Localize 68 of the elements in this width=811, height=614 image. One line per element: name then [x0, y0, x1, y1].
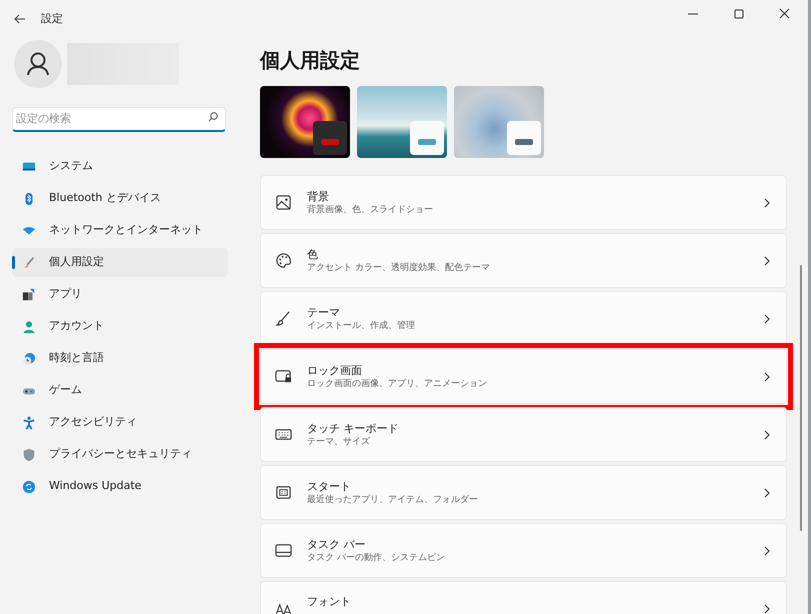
settings-card[interactable]: ロック画面 ロック画面の画像、アプリ、アニメーション: [260, 349, 787, 404]
sidebar-item[interactable]: 個人用設定: [12, 248, 228, 277]
nav-icon: [22, 288, 36, 302]
setting-description: ロック画面の画像、アプリ、アニメーション: [307, 378, 488, 390]
settings-card[interactable]: スタート 最近使ったアプリ、アイテム、フォルダー: [260, 465, 787, 520]
window-title: 設定: [41, 10, 63, 27]
setting-icon: [275, 484, 292, 501]
nav-icon: [22, 320, 36, 334]
setting-icon: [275, 542, 292, 559]
setting-icon: [275, 252, 292, 269]
sidebar-item[interactable]: プライバシーとセキュリティ: [12, 440, 228, 469]
setting-title: タッチ キーボード: [307, 420, 400, 436]
setting-title: タスク バー: [307, 536, 366, 552]
setting-title: テーマ: [307, 304, 341, 320]
sidebar-item[interactable]: ネットワークとインターネット: [12, 216, 228, 245]
sidebar-item[interactable]: 時刻と言語: [12, 344, 228, 373]
setting-description: 最近使ったアプリ、アイテム、フォルダー: [307, 494, 479, 506]
chevron-right-icon: [764, 198, 770, 208]
chevron-right-icon: [764, 430, 770, 440]
setting-title: 背景: [307, 188, 330, 204]
page-title: 個人用設定: [260, 47, 361, 74]
settings-card[interactable]: テーマ インストール、作成、管理: [260, 291, 787, 346]
scrollbar[interactable]: [800, 265, 802, 531]
setting-title: スタート: [307, 478, 352, 494]
setting-description: タスク バーの動作、システムピン: [307, 552, 446, 564]
sidebar-item[interactable]: アプリ: [12, 280, 228, 309]
sidebar-item[interactable]: Bluetooth とデバイス: [12, 184, 228, 213]
search-field[interactable]: 設定の検索: [12, 106, 226, 132]
search-icon: [208, 112, 218, 122]
sidebar-item[interactable]: Windows Update: [12, 472, 228, 501]
chevron-right-icon: [764, 546, 770, 556]
chevron-right-icon: [764, 604, 770, 614]
nav-icon: [22, 160, 36, 174]
setting-icon: [275, 194, 292, 211]
setting-title: フォント: [307, 594, 352, 609]
nav-icon: [22, 416, 36, 430]
settings-card[interactable]: フォント: [260, 581, 787, 614]
setting-description: テーマ、サイズ: [307, 436, 371, 448]
settings-card[interactable]: タッチ キーボード テーマ、サイズ: [260, 407, 787, 462]
nav-icon: [22, 448, 36, 462]
setting-icon: [275, 310, 292, 327]
setting-description: アクセント カラー、透明度効果、配色テーマ: [307, 262, 491, 274]
nav-icon: [22, 480, 36, 494]
nav-icon: [22, 256, 36, 270]
back-arrow-icon[interactable]: [14, 14, 26, 24]
chevron-right-icon: [764, 256, 770, 266]
settings-card[interactable]: 色 アクセント カラー、透明度効果、配色テーマ: [260, 233, 787, 288]
setting-description: 背景画像、色、スライドショー: [307, 204, 434, 216]
avatar-icon: [14, 40, 62, 88]
sidebar-item[interactable]: アカウント: [12, 312, 228, 341]
nav-icon: [22, 352, 36, 366]
chevron-right-icon: [764, 314, 770, 324]
setting-title: 色: [307, 246, 319, 262]
settings-card[interactable]: 背景 背景画像、色、スライドショー: [260, 175, 787, 230]
sidebar-item[interactable]: システム: [12, 152, 228, 181]
chevron-right-icon: [764, 488, 770, 498]
sidebar-item[interactable]: アクセシビリティ: [12, 408, 228, 437]
theme-thumbnail[interactable]: [260, 86, 350, 158]
settings-card[interactable]: タスク バー タスク バーの動作、システムピン: [260, 523, 787, 578]
selection-indicator: [12, 256, 15, 269]
setting-icon: [275, 426, 292, 443]
sidebar-item[interactable]: ゲーム: [12, 376, 228, 405]
theme-thumbnail[interactable]: [454, 86, 544, 158]
theme-thumbnail[interactable]: [357, 86, 447, 158]
setting-description: インストール、作成、管理: [307, 320, 416, 332]
setting-title: ロック画面: [307, 362, 363, 378]
setting-icon: [275, 368, 292, 385]
chevron-right-icon: [764, 372, 770, 382]
